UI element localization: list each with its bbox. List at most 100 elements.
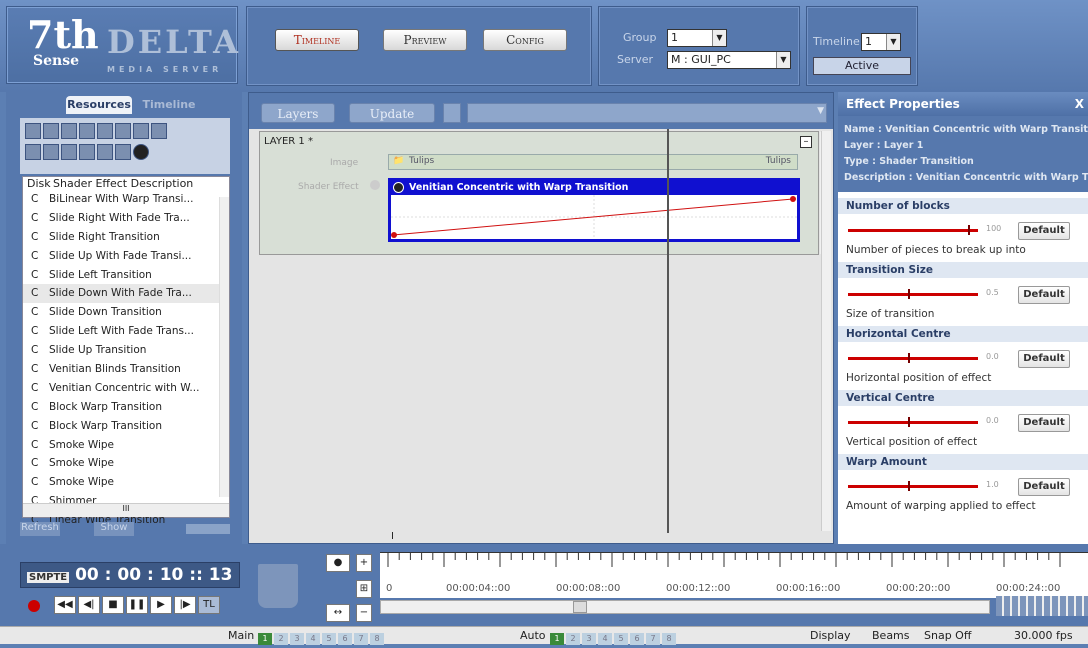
list-item[interactable]: C Venitian Concentric with W... bbox=[23, 379, 229, 398]
shader-clip[interactable]: Venitian Concentric with Warp Transition bbox=[388, 178, 800, 242]
cue-button[interactable]: 1 bbox=[258, 633, 272, 645]
param-slider[interactable] bbox=[848, 229, 978, 232]
collapse-icon[interactable]: – bbox=[800, 136, 812, 148]
zoom-out-icon[interactable]: − bbox=[356, 604, 372, 622]
layer-select[interactable]: ▼ bbox=[467, 103, 827, 123]
list-item[interactable]: C Venitian Blinds Transition bbox=[23, 360, 229, 379]
cue-button[interactable]: 4 bbox=[306, 633, 320, 645]
default-button[interactable]: Default bbox=[1018, 286, 1070, 304]
param-slider[interactable] bbox=[848, 357, 978, 360]
list-item[interactable]: C Slide Left Transition bbox=[23, 266, 229, 285]
cue-button[interactable]: 6 bbox=[338, 633, 352, 645]
server-select[interactable]: M : GUI_PC ▼ bbox=[667, 51, 791, 69]
shader-toggle-icon[interactable] bbox=[370, 180, 380, 190]
cue-button[interactable]: 2 bbox=[566, 633, 580, 645]
default-button[interactable]: Default bbox=[1018, 350, 1070, 368]
param-slider-knob[interactable] bbox=[908, 353, 910, 363]
param-slider-knob[interactable] bbox=[968, 225, 970, 235]
list-icon[interactable] bbox=[115, 144, 131, 160]
monitor-icon[interactable] bbox=[97, 123, 113, 139]
color-swatch[interactable] bbox=[443, 103, 461, 123]
list-item[interactable]: C Smoke Wipe bbox=[23, 436, 229, 455]
param-slider-knob[interactable] bbox=[908, 417, 910, 427]
param-slider[interactable] bbox=[848, 485, 978, 488]
list-item[interactable]: C Slide Right With Fade Tra... bbox=[23, 209, 229, 228]
eye-icon[interactable]: ● bbox=[326, 554, 350, 572]
list-item[interactable]: C Slide Down With Fade Tra... bbox=[23, 284, 229, 304]
list-item[interactable]: C Block Warp Transition bbox=[23, 417, 229, 436]
default-button[interactable]: Default bbox=[1018, 478, 1070, 496]
timeline-hscrollbar[interactable] bbox=[380, 600, 990, 614]
cue-button[interactable]: 3 bbox=[290, 633, 304, 645]
layers-scrollbar[interactable] bbox=[821, 131, 831, 531]
col-disk[interactable]: Disk bbox=[23, 177, 53, 190]
update-button[interactable]: Update bbox=[349, 103, 435, 123]
list-item[interactable]: C Smoke Wipe bbox=[23, 473, 229, 492]
shader-icon[interactable] bbox=[133, 144, 149, 160]
stop-icon[interactable]: ■ bbox=[102, 596, 124, 614]
view-mode-toggle[interactable] bbox=[186, 524, 230, 534]
timeline-toggle-icon[interactable]: TL bbox=[198, 596, 220, 614]
cue-button[interactable]: 2 bbox=[274, 633, 288, 645]
fit-icon[interactable]: ⊞ bbox=[356, 580, 372, 598]
wave-icon[interactable] bbox=[79, 144, 95, 160]
default-button[interactable]: Default bbox=[1018, 222, 1070, 240]
col-description[interactable]: Shader Effect Description bbox=[53, 177, 193, 190]
snap-button[interactable]: Snap Off bbox=[924, 627, 971, 645]
layer-1-row[interactable]: LAYER 1 * – Image 📁 Tulips Tulips Shader… bbox=[259, 131, 830, 255]
list-item[interactable]: C Slide Right Transition bbox=[23, 228, 229, 247]
time-ruler[interactable]: 0 00:00:04::00 00:00:08::00 00:00:12::00 00:… bbox=[380, 552, 1088, 598]
tab-timeline[interactable]: Timeline bbox=[275, 29, 359, 51]
cue-button[interactable]: 3 bbox=[582, 633, 596, 645]
list-item[interactable]: C Slide Up With Fade Transi... bbox=[23, 247, 229, 266]
cue-button[interactable]: 4 bbox=[598, 633, 612, 645]
beams-button[interactable]: Beams bbox=[872, 627, 910, 645]
param-slider[interactable] bbox=[848, 293, 978, 296]
zoom-in-icon[interactable]: + bbox=[356, 554, 372, 572]
layers-button[interactable]: Layers bbox=[261, 103, 335, 123]
tab-preview[interactable]: Preview bbox=[383, 29, 467, 51]
cue-button[interactable]: 5 bbox=[322, 633, 336, 645]
tab-resources[interactable]: Resources bbox=[66, 96, 132, 114]
close-icon[interactable]: X bbox=[1075, 92, 1084, 116]
playhead-line[interactable] bbox=[667, 129, 669, 533]
image-clip[interactable]: 📁 Tulips Tulips bbox=[388, 154, 798, 170]
cue-button[interactable]: 8 bbox=[370, 633, 384, 645]
cue-button[interactable]: 7 bbox=[354, 633, 368, 645]
list-scrollbar[interactable] bbox=[219, 197, 229, 497]
sliders-icon[interactable] bbox=[133, 123, 149, 139]
pause-icon[interactable]: ❚❚ bbox=[126, 596, 148, 614]
refresh-button[interactable]: Refresh bbox=[20, 522, 60, 536]
group-select[interactable]: 1 ▼ bbox=[667, 29, 727, 47]
speaker-icon[interactable] bbox=[61, 123, 77, 139]
list-item[interactable]: C BiLinear With Warp Transi... bbox=[23, 190, 229, 209]
default-button[interactable]: Default bbox=[1018, 414, 1070, 432]
bars-icon[interactable] bbox=[79, 123, 95, 139]
cue-button[interactable]: 6 bbox=[630, 633, 644, 645]
step-back-icon[interactable]: ◀| bbox=[78, 596, 100, 614]
shader-keyframe-graph[interactable] bbox=[391, 195, 797, 239]
window-icon[interactable] bbox=[115, 123, 131, 139]
text-icon[interactable] bbox=[151, 123, 167, 139]
step-forward-icon[interactable]: |▶ bbox=[174, 596, 196, 614]
keyframe-start[interactable] bbox=[391, 232, 397, 238]
zoom-range-icon[interactable]: ↔ bbox=[326, 604, 350, 622]
list-hscrollbar[interactable]: III bbox=[23, 503, 229, 517]
keyframe-end[interactable] bbox=[790, 196, 796, 202]
list-item[interactable]: C Smoke Wipe bbox=[23, 454, 229, 473]
param-slider-knob[interactable] bbox=[908, 481, 910, 491]
timeline-select[interactable]: 1 ▼ bbox=[861, 33, 901, 51]
tab-left-timeline[interactable]: Timeline bbox=[136, 96, 202, 114]
record-icon[interactable] bbox=[28, 600, 40, 612]
param-slider[interactable] bbox=[848, 421, 978, 424]
grid-icon[interactable] bbox=[97, 144, 113, 160]
list-item[interactable]: C Block Warp Transition bbox=[23, 398, 229, 417]
cue-button[interactable]: 1 bbox=[550, 633, 564, 645]
square-icon[interactable] bbox=[43, 144, 59, 160]
list-item[interactable]: C Slide Left With Fade Trans... bbox=[23, 322, 229, 341]
brush-icon[interactable] bbox=[25, 144, 41, 160]
face-icon[interactable] bbox=[61, 144, 77, 160]
cue-button[interactable]: 7 bbox=[646, 633, 660, 645]
film-icon[interactable] bbox=[25, 123, 41, 139]
cue-button[interactable]: 8 bbox=[662, 633, 676, 645]
